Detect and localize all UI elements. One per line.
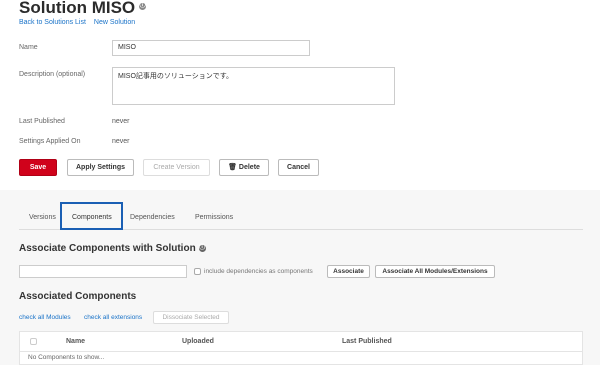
associate-heading: Associate Components with Solution ⓘ — [19, 243, 206, 254]
create-version-button[interactable]: Create Version — [143, 159, 210, 176]
name-label: Name — [19, 44, 38, 51]
apply-settings-button[interactable]: Apply Settings — [67, 159, 134, 176]
associate-button[interactable]: Associate — [327, 265, 370, 278]
components-table: Name Uploaded Last Published No Componen… — [19, 331, 583, 365]
new-solution-link[interactable]: New Solution — [94, 19, 135, 26]
dissociate-selected-button[interactable]: Dissociate Selected — [153, 311, 229, 324]
component-search-input[interactable] — [19, 265, 187, 278]
select-all-checkbox[interactable] — [30, 338, 37, 345]
page-title: Solution MISO ⓘ — [19, 0, 147, 18]
delete-label: Delete — [238, 164, 260, 171]
include-dependencies-label: include dependencies as components — [204, 268, 313, 275]
cancel-button[interactable]: Cancel — [278, 159, 319, 176]
settings-applied-label: Settings Applied On — [19, 138, 81, 145]
tab-dependencies[interactable]: Dependencies — [130, 214, 175, 221]
info-icon[interactable]: ⓘ — [139, 3, 147, 10]
empty-table-message: No Components to show... — [28, 354, 105, 361]
check-all-modules-link[interactable]: check all Modules — [19, 314, 71, 321]
settings-applied-value: never — [112, 138, 130, 145]
associated-heading: Associated Components — [19, 291, 137, 302]
name-input[interactable]: MISO — [112, 40, 310, 56]
associate-all-button[interactable]: Associate All Modules/Extensions — [375, 265, 495, 278]
delete-button[interactable]: 🗑 Delete — [219, 159, 269, 176]
active-tab-highlight — [60, 202, 123, 230]
back-to-solutions-link[interactable]: Back to Solutions List — [19, 19, 86, 26]
description-label: Description (optional) — [19, 71, 86, 78]
tab-versions[interactable]: Versions — [29, 214, 56, 221]
solution-edit-panel: Solution MISO ⓘ Back to Solutions List Ne… — [0, 0, 600, 190]
include-dependencies-checkbox[interactable] — [194, 268, 201, 275]
associate-heading-text: Associate Components with Solution — [19, 243, 196, 254]
table-row-divider — [20, 351, 582, 352]
column-header-name[interactable]: Name — [66, 338, 85, 345]
tab-permissions[interactable]: Permissions — [195, 214, 233, 221]
page-title-text: Solution MISO — [19, 0, 136, 17]
save-button[interactable]: Save — [19, 159, 57, 176]
column-header-last-published[interactable]: Last Published — [342, 338, 392, 345]
info-icon[interactable]: ⓘ — [198, 244, 206, 252]
last-published-value: never — [112, 118, 130, 125]
check-all-extensions-link[interactable]: check all extensions — [84, 314, 142, 321]
column-header-uploaded[interactable]: Uploaded — [182, 338, 214, 345]
trash-icon: 🗑 — [228, 164, 237, 171]
breadcrumb: Back to Solutions List New Solution — [19, 19, 141, 26]
description-textarea[interactable]: MISO記事用のソリューションです。 — [112, 67, 395, 105]
last-published-label: Last Published — [19, 118, 65, 125]
